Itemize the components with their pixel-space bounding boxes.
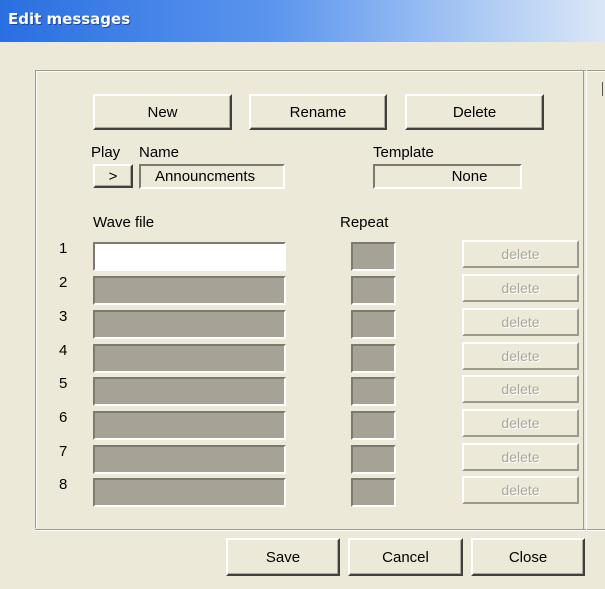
row-delete-button[interactable]: delete — [462, 308, 579, 336]
wave-file-header: Wave file — [93, 214, 155, 231]
edit-messages-window: Edit messages New Rename Delete Play Nam… — [0, 0, 605, 589]
new-button[interactable]: New — [93, 94, 232, 130]
message-name-field[interactable]: Announcments — [139, 164, 285, 189]
row-delete-button[interactable]: delete — [462, 342, 579, 370]
row-number: 6 — [59, 409, 68, 426]
wave-file-input[interactable] — [93, 411, 286, 440]
cancel-button[interactable]: Cancel — [348, 538, 463, 576]
play-label: Play — [91, 144, 121, 161]
repeat-input[interactable] — [351, 377, 396, 406]
row-number: 7 — [59, 443, 68, 460]
repeat-input[interactable] — [351, 344, 396, 373]
wave-file-input[interactable] — [93, 344, 286, 373]
repeat-input[interactable] — [351, 276, 396, 305]
wave-file-input[interactable] — [93, 310, 286, 339]
play-button[interactable]: > — [93, 164, 133, 188]
row-delete-button[interactable]: delete — [462, 443, 579, 471]
row-delete-button[interactable]: delete — [462, 274, 579, 302]
repeat-header: Repeat — [340, 214, 389, 231]
row-number: 5 — [59, 375, 68, 392]
wave-file-input[interactable] — [93, 276, 286, 305]
row-delete-button[interactable]: delete — [462, 240, 579, 268]
repeat-input[interactable] — [351, 411, 396, 440]
window-edge-mark — [602, 82, 603, 96]
template-select[interactable]: None — [373, 164, 522, 189]
save-button[interactable]: Save — [226, 538, 340, 576]
repeat-input[interactable] — [351, 445, 396, 474]
repeat-input[interactable] — [351, 310, 396, 339]
row-number: 8 — [59, 476, 68, 493]
repeat-input[interactable] — [351, 478, 396, 507]
name-label: Name — [139, 144, 180, 161]
template-label: Template — [373, 144, 434, 161]
row-number: 3 — [59, 308, 68, 325]
title-bar[interactable]: Edit messages — [0, 0, 605, 42]
row-number: 4 — [59, 342, 68, 359]
row-delete-button[interactable]: delete — [462, 476, 579, 504]
window-title: Edit messages — [8, 10, 131, 28]
wave-file-input[interactable] — [93, 242, 286, 271]
row-delete-button[interactable]: delete — [462, 409, 579, 437]
group-frame-right-edge — [583, 70, 587, 530]
wave-file-input[interactable] — [93, 445, 286, 474]
wave-file-input[interactable] — [93, 377, 286, 406]
rename-button[interactable]: Rename — [249, 94, 387, 130]
close-button[interactable]: Close — [471, 538, 585, 576]
wave-file-input[interactable] — [93, 478, 286, 507]
row-number: 2 — [59, 274, 68, 291]
delete-message-button[interactable]: Delete — [405, 94, 544, 130]
row-delete-button[interactable]: delete — [462, 375, 579, 403]
row-number: 1 — [59, 240, 68, 257]
repeat-input[interactable] — [351, 242, 396, 271]
